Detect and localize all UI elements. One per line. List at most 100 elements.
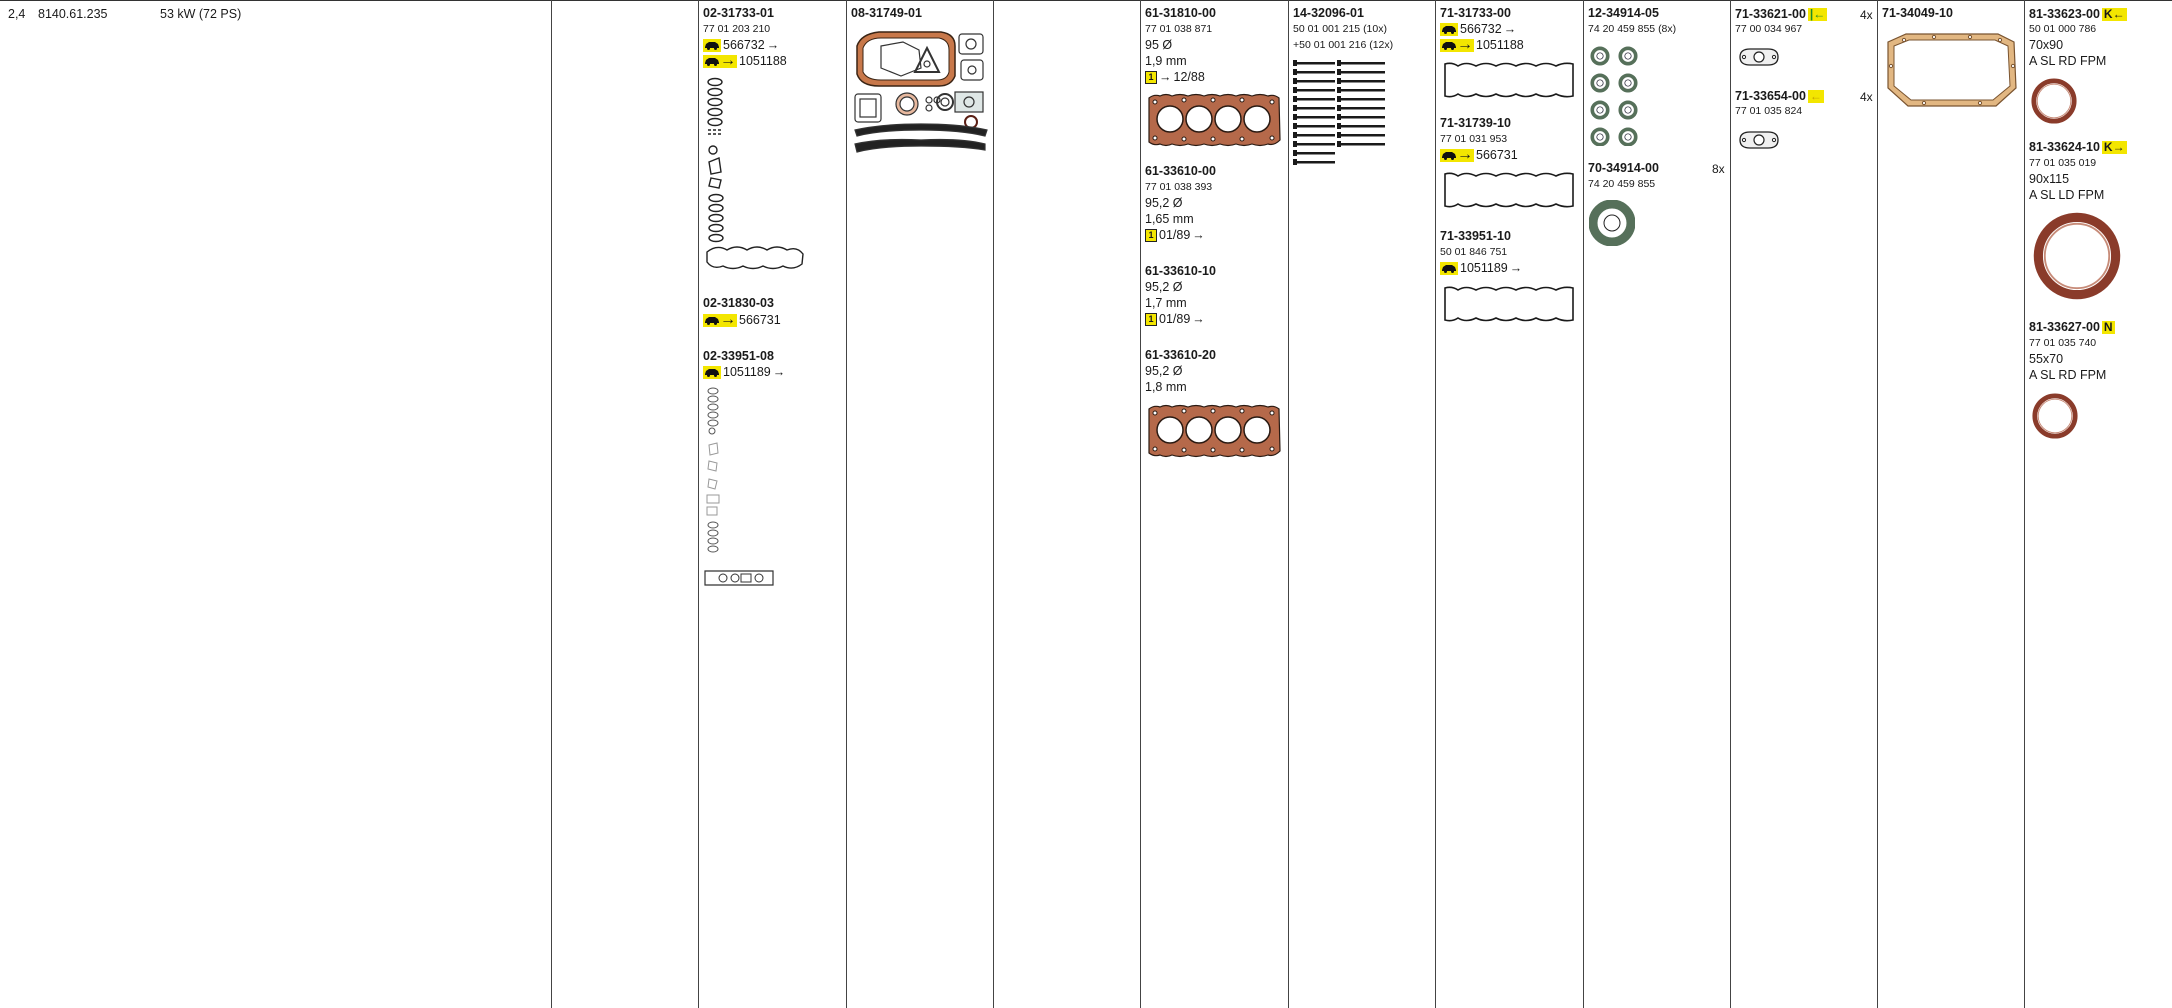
part-number[interactable]: 08-31749-01 (851, 7, 922, 20)
part-number[interactable]: 61-33610-20 (1145, 349, 1216, 362)
validity-row: 1 01/89 → (1145, 228, 1205, 242)
car-icon (1440, 261, 1458, 275)
column-divider (1288, 0, 1289, 1008)
valid-until-date: 12/88 (1173, 70, 1205, 84)
arrow-right-icon: → (1509, 261, 1523, 275)
part-number[interactable]: 02-31733-01 (703, 7, 774, 20)
part-header: 71-33621-00 |← (1735, 6, 1828, 21)
bore-diameter: 95,2 Ø (1145, 196, 1183, 210)
validity-row: 1 01/89 → (1145, 312, 1205, 326)
car-arrow-icon: → (1440, 36, 1474, 53)
part-header: 81-33624-10 K→ (2029, 140, 2127, 154)
chassis-range: → 1051188 (1440, 36, 1524, 53)
cylinder-head-gasket-image (1146, 403, 1282, 459)
oil-pan-gasket-image (1887, 33, 2017, 107)
column-divider (2024, 0, 2025, 1008)
valve-cover-gasket-image (1442, 60, 1576, 100)
seal-spec: A SL RD FPM (2029, 54, 2107, 68)
gasket-set-illustration (704, 387, 774, 586)
chassis-to: 1051188 (1476, 38, 1524, 52)
part-number[interactable]: 71-31739-10 (1440, 117, 1511, 130)
oe-number: 77 01 035 019 (2029, 157, 2097, 169)
seal-type-flag: K← (2101, 6, 2127, 21)
gasket-thickness: 1,9 mm (1145, 54, 1187, 68)
arrow-right-icon: → (766, 38, 780, 52)
column-divider (1583, 0, 1584, 1008)
part-header: 81-33627-00 N (2029, 320, 2115, 334)
part-header: 81-33623-00 K← (2029, 7, 2127, 21)
chassis-range: 566732 → (703, 38, 779, 52)
car-icon (703, 365, 721, 379)
shaft-seal-image (2031, 392, 2079, 440)
part-number[interactable]: 71-33654-00 (1735, 89, 1806, 103)
top-rule (0, 0, 2172, 1)
arrow-right-icon: → (772, 365, 786, 379)
part-number[interactable]: 71-31733-00 (1440, 7, 1511, 20)
cylinder-head-gasket-image (1146, 92, 1282, 148)
car-icon (703, 38, 721, 52)
valve-stem-seals-image (1590, 46, 1638, 146)
part-number[interactable]: 12-34914-05 (1588, 7, 1659, 20)
part-number[interactable]: 61-33610-10 (1145, 265, 1216, 278)
part-number[interactable]: 71-33951-10 (1440, 230, 1511, 243)
chassis-from: 566732 (723, 38, 765, 52)
gasket-thickness: 1,8 mm (1145, 380, 1187, 394)
seal-spec: A SL LD FPM (2029, 188, 2105, 202)
seal-size: 70x90 (2029, 38, 2064, 52)
valve-cover-gasket-image (1442, 170, 1576, 210)
column-divider (1140, 0, 1141, 1008)
arrow-right-icon: → (1192, 312, 1205, 326)
seal-size: 55x70 (2029, 352, 2064, 366)
chassis-range: → 566731 (1440, 146, 1518, 163)
part-number[interactable]: 81-33624-10 (2029, 140, 2100, 154)
part-number[interactable]: 81-33623-00 (2029, 7, 2100, 21)
column-divider (698, 0, 699, 1008)
chassis-range: 1051189 → (703, 365, 785, 379)
seal-type-flag: K→ (2101, 139, 2127, 154)
part-number[interactable]: 02-31830-03 (703, 297, 774, 310)
column-divider (1730, 0, 1731, 1008)
manifold-gasket-image (1736, 129, 1782, 151)
chassis-to: 566731 (1476, 148, 1518, 162)
engine-power: 53 kW (72 PS) (160, 7, 242, 21)
part-number[interactable]: 61-33610-00 (1145, 165, 1216, 178)
arrow-right-icon: → (1159, 70, 1172, 84)
oe-number: 77 01 031 953 (1440, 133, 1508, 145)
column-divider (551, 0, 552, 1008)
oe-number: 50 01 000 786 (2029, 23, 2097, 35)
chassis-range: 1051189 → (1440, 261, 1522, 275)
column-divider (1877, 0, 1878, 1008)
valve-cover-gasket-image (1442, 284, 1576, 324)
arrow-right-icon: → (1503, 22, 1517, 36)
oe-number: 77 01 035 824 (1735, 105, 1803, 117)
column-divider (993, 0, 994, 1008)
part-number[interactable]: 71-33621-00 (1735, 7, 1806, 21)
head-bolts-illustration (1293, 60, 1385, 165)
valid-from-date: 01/89 (1159, 228, 1191, 242)
arrow-right-icon: → (1192, 228, 1205, 242)
part-number[interactable]: 61-31810-00 (1145, 7, 1216, 20)
bore-diameter: 95,2 Ø (1145, 280, 1183, 294)
bore-diameter: 95 Ø (1145, 38, 1173, 52)
part-number[interactable]: 71-34049-10 (1882, 7, 1953, 20)
part-number[interactable]: 81-33627-00 (2029, 320, 2100, 334)
part-number[interactable]: 02-33951-08 (703, 350, 774, 363)
part-number[interactable]: 14-32096-01 (1293, 7, 1364, 20)
arrow-left-icon: ← (1807, 88, 1824, 103)
car-arrow-icon: → (1440, 146, 1474, 163)
arrow-left-bar-icon: |← (1807, 6, 1828, 21)
seal-size: 90x115 (2029, 172, 2070, 186)
gasket-thickness: 1,65 mm (1145, 212, 1194, 226)
manifold-gasket-image (1736, 46, 1782, 68)
gasket-thickness: 1,7 mm (1145, 296, 1187, 310)
variant-badge: 1 (1145, 228, 1157, 242)
chassis-range: → 1051188 (703, 52, 787, 69)
variant-badge: 1 (1145, 312, 1157, 326)
engine-code: 8140.61.235 (38, 7, 108, 21)
part-number[interactable]: 70-34914-00 (1588, 162, 1659, 175)
shaft-seal-image (2031, 210, 2123, 302)
quantity: 8x (1712, 162, 1725, 176)
car-icon (1440, 22, 1458, 36)
chassis-range: → 566731 (703, 311, 781, 328)
quantity: 4x (1860, 8, 1873, 22)
